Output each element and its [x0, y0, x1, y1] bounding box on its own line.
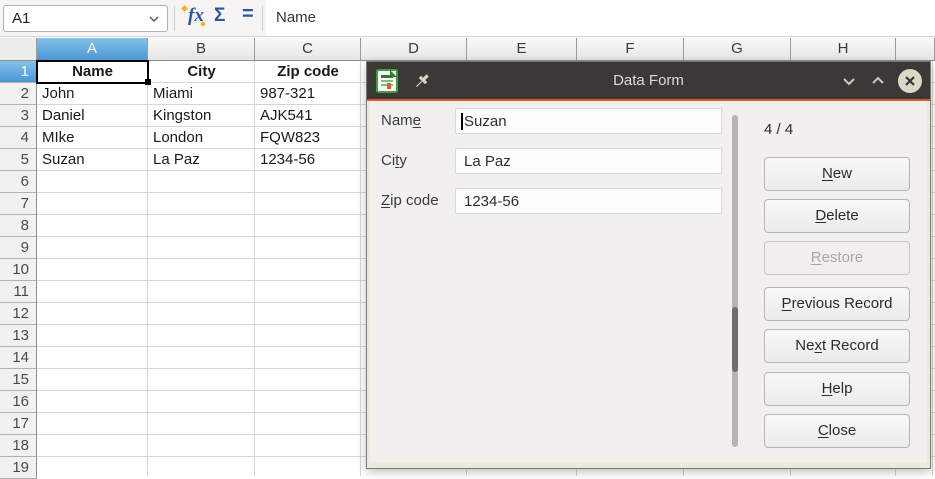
zip-code-field[interactable]: [455, 188, 722, 214]
cell-reference-box[interactable]: A1: [3, 5, 168, 32]
help-button[interactable]: Help: [764, 372, 910, 406]
cell-c4[interactable]: FQW823: [257, 127, 359, 149]
scrollbar[interactable]: [732, 115, 738, 447]
row-header-2[interactable]: 2: [0, 83, 37, 105]
cell-a5[interactable]: Suzan: [39, 149, 146, 171]
column-header-d[interactable]: D: [361, 38, 467, 61]
delete-button[interactable]: Delete: [764, 199, 910, 233]
cell-b1[interactable]: City: [149, 61, 254, 83]
column-header-f[interactable]: F: [577, 38, 684, 61]
cell-a3[interactable]: Daniel: [39, 105, 146, 127]
row-header-9[interactable]: 9: [0, 237, 37, 259]
row-header-12[interactable]: 12: [0, 303, 37, 325]
row-header-18[interactable]: 18: [0, 435, 37, 457]
row-header-17[interactable]: 17: [0, 413, 37, 435]
row-header-6[interactable]: 6: [0, 171, 37, 193]
column-header-g[interactable]: G: [684, 38, 791, 61]
toolbar-separator: [262, 6, 263, 31]
function-wizard-icon[interactable]: fx: [181, 4, 211, 32]
pin-icon[interactable]: [412, 71, 432, 91]
row-header-15[interactable]: 15: [0, 369, 37, 391]
name-field[interactable]: [455, 108, 722, 134]
row-header-3[interactable]: 3: [0, 105, 37, 127]
row-header-4[interactable]: 4: [0, 127, 37, 149]
grid-line: [932, 61, 933, 476]
next-record-button[interactable]: Next Record: [764, 329, 910, 363]
cell-b5[interactable]: La Paz: [150, 149, 253, 171]
cell-c1[interactable]: Zip code: [256, 61, 360, 83]
sum-icon[interactable]: Σ: [214, 5, 225, 27]
cell-b4[interactable]: London: [150, 127, 253, 149]
city-field[interactable]: [455, 148, 722, 174]
restore-button: Restore: [764, 241, 910, 275]
row-header-5[interactable]: 5: [0, 149, 37, 171]
row-header-16[interactable]: 16: [0, 391, 37, 413]
cell-c5[interactable]: 1234-56: [257, 149, 359, 171]
grid-line: [147, 61, 148, 476]
toolbar-separator: [174, 6, 175, 31]
sparkle-decoration: [181, 5, 188, 12]
text-caret: [461, 113, 463, 130]
column-header-e[interactable]: E: [467, 38, 577, 61]
formula-bar: A1 fx Σ = Name: [0, 0, 935, 37]
chevron-down-icon[interactable]: [839, 72, 859, 90]
grid-line: [360, 61, 361, 476]
row-header-11[interactable]: 11: [0, 281, 37, 303]
column-header-c[interactable]: C: [255, 38, 361, 61]
formula-input[interactable]: Name: [266, 0, 935, 36]
row-header-14[interactable]: 14: [0, 347, 37, 369]
active-cell-selection: [36, 60, 149, 84]
close-icon[interactable]: [897, 68, 923, 94]
city-label: City: [381, 148, 407, 174]
new-button[interactable]: New: [764, 157, 910, 191]
cell-c3[interactable]: AJK541: [257, 105, 359, 127]
dialog-body: Name City Zip code 4 / 4 New Delete Rest…: [367, 101, 930, 468]
cell-a2[interactable]: John: [39, 83, 146, 105]
select-all-corner[interactable]: [0, 38, 37, 61]
grid-line: [254, 61, 255, 476]
row-header-13[interactable]: 13: [0, 325, 37, 347]
row-header-10[interactable]: 10: [0, 259, 37, 281]
name-label: Name: [381, 108, 421, 134]
dialog-titlebar[interactable]: Data Form: [367, 62, 930, 99]
cell-b3[interactable]: Kingston: [150, 105, 253, 127]
fill-handle[interactable]: [145, 79, 151, 85]
zip-code-label: Zip code: [381, 188, 439, 214]
previous-record-button[interactable]: Previous Record: [764, 287, 910, 321]
column-header-a[interactable]: A: [37, 38, 148, 61]
cell-a4[interactable]: MIke: [39, 127, 146, 149]
column-header-b[interactable]: B: [148, 38, 255, 61]
data-form-dialog: Data Form Name City Zip code 4 / 4 New D…: [367, 62, 930, 468]
column-header-i-partial[interactable]: [896, 38, 935, 61]
column-header-h[interactable]: H: [791, 38, 896, 61]
cell-b2[interactable]: Miami: [150, 83, 253, 105]
row-header-7[interactable]: 7: [0, 193, 37, 215]
record-indicator: 4 / 4: [764, 121, 793, 138]
row-header-8[interactable]: 8: [0, 215, 37, 237]
cell-c2[interactable]: 987-321: [257, 83, 359, 105]
cell-reference-value: A1: [12, 10, 30, 27]
calc-document-icon: [374, 68, 400, 94]
row-header-1[interactable]: 1: [0, 61, 37, 83]
scrollbar-thumb[interactable]: [732, 307, 738, 372]
chevron-down-icon[interactable]: [147, 12, 161, 26]
chevron-up-icon[interactable]: [868, 72, 888, 90]
formula-icon[interactable]: =: [242, 3, 254, 26]
close-button[interactable]: Close: [764, 414, 910, 448]
